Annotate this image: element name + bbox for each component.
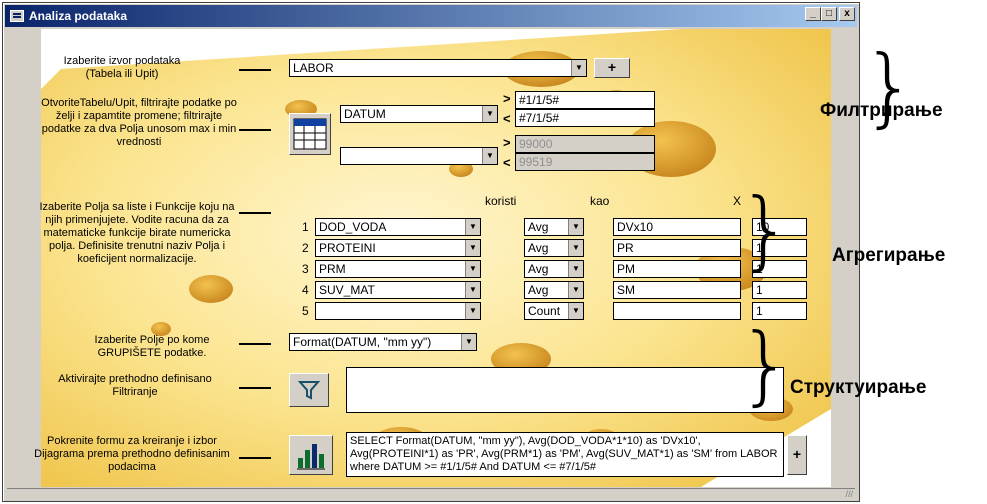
filter-section-label: Филтрирање bbox=[820, 100, 943, 121]
chevron-down-icon[interactable]: ▼ bbox=[465, 219, 480, 235]
alias-input[interactable]: DVx10 bbox=[613, 218, 741, 236]
kao-label: kao bbox=[590, 194, 610, 208]
lt-symbol: < bbox=[503, 155, 511, 170]
form-icon bbox=[10, 10, 24, 22]
fields-label: Izaberite Polja sa liste i Funkcije koju… bbox=[39, 201, 235, 265]
koristi-label: koristi bbox=[485, 194, 517, 208]
chevron-down-icon[interactable]: ▼ bbox=[465, 261, 480, 277]
field-select[interactable]: PRM ▼ bbox=[315, 260, 481, 278]
chevron-down-icon[interactable]: ▼ bbox=[465, 303, 480, 319]
function-value: Avg bbox=[528, 262, 549, 276]
group-select[interactable]: Format(DATUM, "mm yy") ▼ bbox=[289, 333, 477, 351]
dash-marker bbox=[239, 69, 271, 71]
resize-grip-icon[interactable]: /// bbox=[845, 489, 853, 499]
row-number: 5 bbox=[302, 304, 309, 318]
chevron-down-icon[interactable]: ▼ bbox=[568, 282, 583, 298]
structure-brace: } bbox=[738, 315, 793, 415]
filter-field1-select[interactable]: DATUM ▼ bbox=[340, 105, 498, 123]
function-select[interactable]: Avg ▼ bbox=[524, 260, 584, 278]
app-window: Analiza podataka _ □ x Izaberite izvor p… bbox=[2, 2, 860, 502]
table-icon bbox=[293, 118, 327, 150]
field-select[interactable]: PROTEINI ▼ bbox=[315, 239, 481, 257]
field-select[interactable]: SUV_MAT ▼ bbox=[315, 281, 481, 299]
minimize-button[interactable]: _ bbox=[805, 7, 821, 21]
chevron-down-icon[interactable]: ▼ bbox=[461, 334, 476, 350]
bar-chart-icon bbox=[297, 444, 325, 470]
field-value: DOD_VODA bbox=[319, 220, 387, 234]
chevron-down-icon[interactable]: ▼ bbox=[568, 219, 583, 235]
function-select[interactable]: Count ▼ bbox=[524, 302, 584, 320]
group-value: Format(DATUM, "mm yy") bbox=[293, 335, 432, 349]
activate-label: Aktivirajte prethodno definisano Filtrir… bbox=[58, 373, 212, 398]
field-value: SUV_MAT bbox=[319, 283, 375, 297]
filter-min1-input[interactable]: #7/1/5# bbox=[515, 109, 655, 127]
chevron-down-icon[interactable]: ▼ bbox=[568, 303, 583, 319]
field-value: PROTEINI bbox=[319, 241, 376, 255]
function-select[interactable]: Avg ▼ bbox=[524, 281, 584, 299]
field-value: PRM bbox=[319, 262, 346, 276]
function-value: Count bbox=[528, 304, 561, 318]
open-chart-button[interactable] bbox=[289, 435, 333, 475]
chevron-down-icon[interactable]: ▼ bbox=[465, 240, 480, 256]
sql-preview[interactable]: SELECT Format(DATUM, "mm yy"), Avg(DOD_V… bbox=[346, 432, 784, 477]
filter-field1-value: DATUM bbox=[344, 107, 386, 121]
aggregate-brace: } bbox=[738, 180, 793, 280]
filter-max2-input[interactable]: 99000 bbox=[515, 135, 655, 153]
function-value: Avg bbox=[528, 283, 549, 297]
filter-label: OtvoriteTabelu/Upit, filtrirajte podatke… bbox=[41, 97, 237, 148]
row-number: 1 bbox=[302, 220, 309, 234]
dash-marker bbox=[239, 343, 271, 345]
chevron-down-icon[interactable]: ▼ bbox=[568, 240, 583, 256]
chevron-down-icon[interactable]: ▼ bbox=[465, 282, 480, 298]
source-label: Izaberite izvor podataka (Tabela ili Upi… bbox=[63, 55, 181, 80]
coef-input[interactable]: 1 bbox=[752, 281, 807, 299]
row-number: 4 bbox=[302, 283, 309, 297]
alias-input[interactable] bbox=[613, 302, 741, 320]
funnel-icon bbox=[297, 381, 321, 400]
dash-marker bbox=[239, 387, 271, 389]
source-value: LABOR bbox=[293, 61, 334, 75]
maximize-button[interactable]: □ bbox=[821, 7, 837, 21]
title-bar[interactable]: Analiza podataka _ □ x bbox=[5, 5, 857, 27]
function-value: Avg bbox=[528, 241, 549, 255]
gt-symbol: > bbox=[503, 91, 511, 106]
chart-label: Pokrenite formu za kreiranje i izbor Dij… bbox=[34, 435, 230, 473]
filter-max1-input[interactable]: #1/1/5# bbox=[515, 91, 655, 109]
form-body: Izaberite izvor podataka (Tabela ili Upi… bbox=[7, 29, 855, 487]
group-label: Izaberite Polje po kome GRUPIŠETE podatk… bbox=[94, 334, 210, 359]
close-button[interactable]: x bbox=[839, 7, 855, 21]
row-number: 3 bbox=[302, 262, 309, 276]
function-select[interactable]: Avg ▼ bbox=[524, 218, 584, 236]
lt-symbol: < bbox=[503, 111, 511, 126]
gt-symbol: > bbox=[503, 135, 511, 150]
alias-input[interactable]: SM bbox=[613, 281, 741, 299]
apply-filter-button[interactable] bbox=[289, 373, 329, 407]
field-select[interactable]: ▼ bbox=[315, 302, 481, 320]
add-sql-button[interactable]: + bbox=[787, 435, 807, 475]
open-table-button[interactable] bbox=[289, 113, 331, 155]
alias-input[interactable]: PM bbox=[613, 260, 741, 278]
function-value: Avg bbox=[528, 220, 549, 234]
dash-marker bbox=[239, 457, 271, 459]
alias-input[interactable]: PR bbox=[613, 239, 741, 257]
dash-marker bbox=[239, 129, 271, 131]
filter-min2-input[interactable]: 99519 bbox=[515, 153, 655, 171]
chevron-down-icon[interactable]: ▼ bbox=[482, 106, 497, 122]
field-select[interactable]: DOD_VODA ▼ bbox=[315, 218, 481, 236]
window-title: Analiza podataka bbox=[29, 9, 128, 23]
status-bar: /// bbox=[7, 488, 855, 500]
filter-text-field[interactable] bbox=[346, 367, 784, 413]
dash-marker bbox=[239, 212, 271, 214]
source-select[interactable]: LABOR ▼ bbox=[289, 59, 587, 77]
add-source-button[interactable]: + bbox=[594, 58, 630, 78]
structure-section-label: Структуирање bbox=[790, 377, 927, 398]
chevron-down-icon[interactable]: ▼ bbox=[482, 148, 497, 164]
filter-field2-select[interactable]: ▼ bbox=[340, 147, 498, 165]
row-number: 2 bbox=[302, 241, 309, 255]
function-select[interactable]: Avg ▼ bbox=[524, 239, 584, 257]
chevron-down-icon[interactable]: ▼ bbox=[571, 60, 586, 76]
aggregate-section-label: Агрегирање bbox=[832, 245, 946, 266]
chevron-down-icon[interactable]: ▼ bbox=[568, 261, 583, 277]
